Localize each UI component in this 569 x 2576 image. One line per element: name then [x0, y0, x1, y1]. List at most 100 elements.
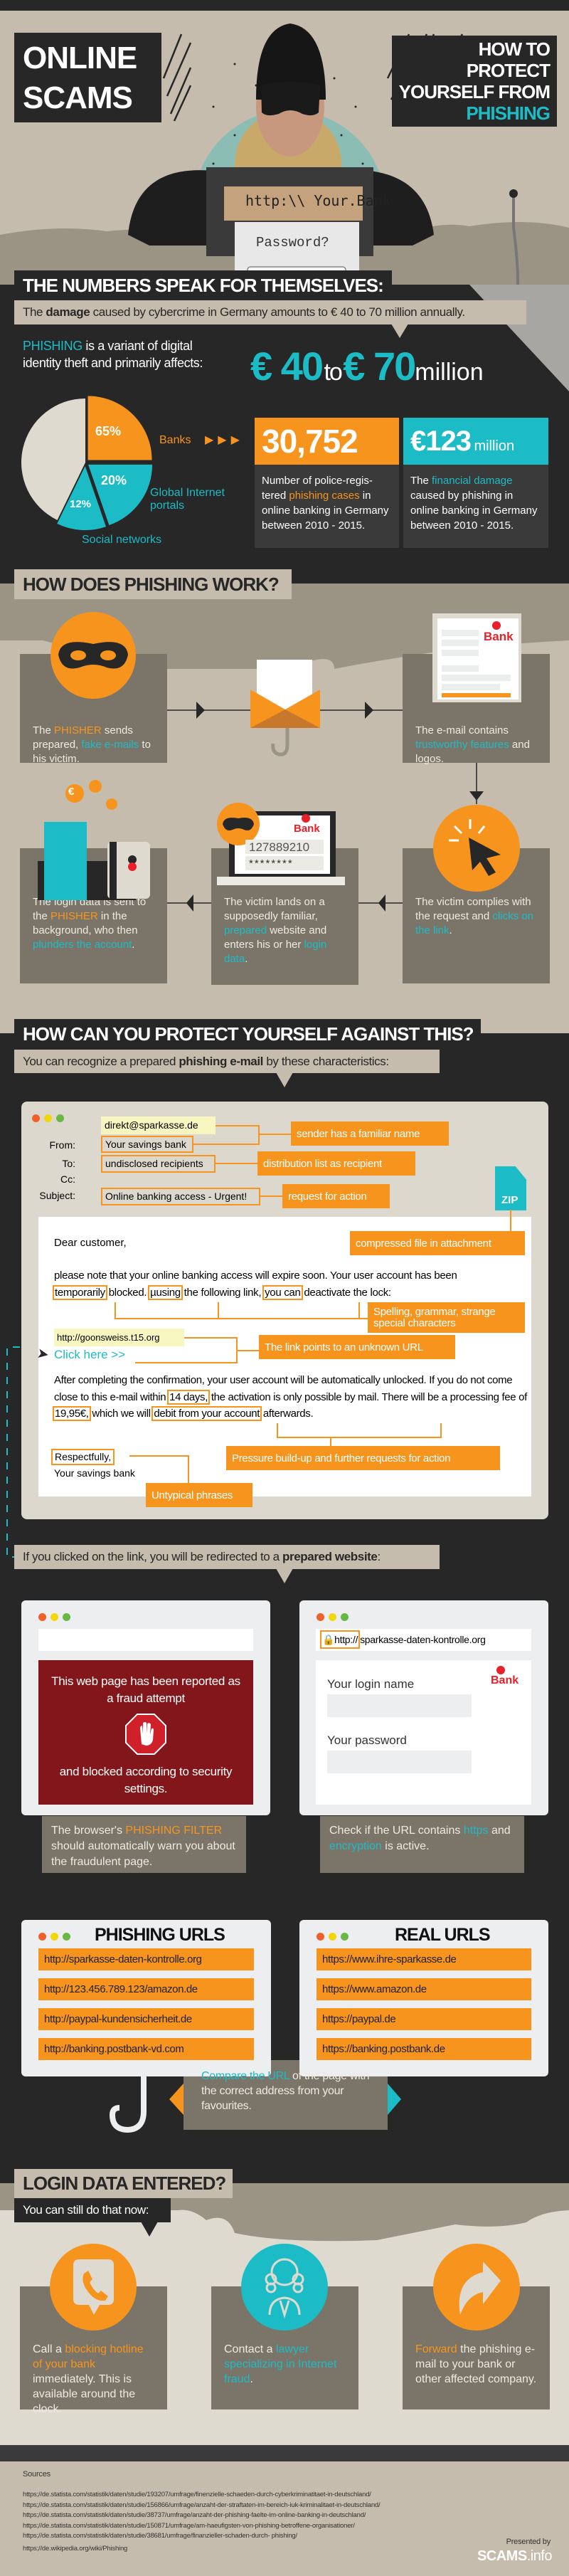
stat-cases: 30,752 Number of police-regis­tered phis… — [255, 418, 399, 548]
stop-hand-icon — [125, 1714, 166, 1755]
pie-label-portals-value: 20% — [101, 473, 127, 487]
header: http:\\ Your.Bank Password? ONLINE SCAMS… — [0, 0, 569, 285]
bank-letter-icon — [432, 613, 521, 702]
window-controls — [38, 1931, 75, 1944]
text-segment: Check if the URL contains — [329, 1825, 464, 1837]
legend-social: Social networks — [82, 534, 162, 546]
maximize-dot[interactable] — [341, 1613, 349, 1621]
text-segment: which we will — [89, 1408, 154, 1420]
step-text: The victim lands on a supposedly familia… — [224, 895, 346, 966]
presented-by: Presented by — [506, 2538, 551, 2546]
phishing-intro: PHISHING is a variant of digital identit… — [23, 337, 208, 371]
source-link[interactable]: https;//de.statista.com/statistik/daten/… — [23, 2511, 380, 2521]
damage-subtitle: The damage caused by cybercrime in Germa… — [14, 300, 526, 324]
callout-phrases: Untypical phrases — [146, 1483, 252, 1507]
highlight-teal: https — [463, 1825, 489, 1837]
sources-label: Sources — [23, 2470, 50, 2479]
text-segment: The browser's — [51, 1825, 126, 1837]
action-text: Call a blocking hotline of your bank imm… — [33, 2342, 154, 2417]
close-dot[interactable] — [38, 1933, 46, 1941]
stat-damage-value: €123 million — [403, 418, 548, 465]
speech-tail — [141, 2222, 158, 2237]
close-dot[interactable] — [317, 1613, 324, 1621]
text-segment: : — [377, 1550, 381, 1563]
envelope-icon — [250, 660, 320, 756]
password-label: Your password — [327, 1733, 407, 1747]
text-segment: afterwards. — [260, 1408, 314, 1420]
step-text: The victim complies with the request and… — [415, 895, 537, 938]
maximize-dot[interactable] — [341, 1933, 349, 1941]
stat-damage-desc: The financial damage caused by phishing … — [403, 465, 548, 548]
real-url-item: https://www.ihre-sparkasse.de — [317, 1948, 531, 1970]
email-paragraph-1: please note that your online banking acc… — [53, 1267, 509, 1302]
source-link[interactable]: https;//de.statista.com/statistik/daten/… — [23, 2490, 380, 2501]
minimize-dot[interactable] — [329, 1613, 336, 1621]
minimize-dot[interactable] — [50, 1933, 58, 1941]
source-link[interactable]: https;//de.statista.com/statistik/daten/… — [23, 2501, 381, 2511]
subtitle-box: HOW TO PROTECT YOURSELF FROM PHISHING — [391, 36, 557, 127]
highlight-orange: phishing cases — [289, 490, 360, 502]
tip-https: Check if the URL contains https and encr… — [320, 1816, 524, 1873]
password-input[interactable] — [327, 1751, 472, 1773]
footer-bar — [0, 2445, 569, 2461]
subtitle-accent: PHISHING — [466, 102, 551, 124]
step-text: The login data is sent to the PHISHER in… — [33, 895, 154, 952]
highlight-b: damage — [46, 305, 90, 319]
minimize-dot[interactable] — [329, 1933, 336, 1941]
brand-name: SCAMS — [477, 2548, 527, 2564]
text-segment: . — [245, 953, 248, 965]
login-heading: LOGIN DATA ENTERED? — [14, 2169, 233, 2198]
minimize-dot[interactable] — [50, 1613, 58, 1621]
damage-range: € 40 to € 70million — [250, 343, 484, 389]
callout-sender: sender has a familiar name — [291, 1121, 449, 1146]
stat-cases-desc: Number of police-regis­tered phishing ca… — [255, 465, 399, 548]
maximize-dot[interactable] — [63, 1933, 70, 1941]
highlight-teal: fake e-mails — [81, 739, 139, 751]
login-name-input[interactable] — [327, 1694, 472, 1717]
address-bar-empty[interactable] — [38, 1629, 253, 1651]
close-dot[interactable] — [38, 1613, 46, 1621]
source-link[interactable]: https;//de.statista.com/statistik/daten/… — [23, 2531, 380, 2542]
text-segment: the following link, — [181, 1287, 265, 1299]
real-url-list: https://www.ihre-sparkasse.de https://ww… — [317, 1948, 531, 2060]
range-from: € 40 — [250, 344, 324, 389]
action-text: Forward the phishing e-mail to your bank… — [415, 2342, 537, 2387]
text-segment: . — [250, 2373, 253, 2385]
fake-login-panel: Bank Your login name Your password — [316, 1660, 531, 1805]
brand-logo: SCAMS.info — [477, 2548, 553, 2565]
text-segment: is active. — [381, 1840, 430, 1852]
highlight-boxed-phrase: µusing — [148, 1285, 183, 1300]
laptop-bank-logo: Bank — [294, 823, 320, 835]
text-segment: blocked. — [105, 1287, 150, 1299]
text-segment: and — [488, 1825, 511, 1837]
highlight-teal: encryption — [329, 1840, 382, 1852]
footer: Sources https;//de.statista.com/statisti… — [0, 2461, 569, 2576]
real-url-item: https://www.amazon.de — [317, 1978, 531, 2000]
step-text: The e-mail contains trustworthy features… — [415, 724, 537, 766]
highlight-teal: financial damage — [432, 475, 513, 487]
redirect-subtitle: If you clicked on the link, you will be … — [14, 1545, 440, 1569]
highlight-boxed-phrase: you can — [262, 1285, 303, 1300]
highlight-b: phishing e-mail — [179, 1055, 264, 1068]
source-link-wikipedia[interactable]: https;//de.wikipedia.org/wiki/Phishing — [23, 2545, 127, 2553]
range-to-value: € 70 — [343, 344, 416, 389]
forward-icon — [433, 2244, 520, 2330]
fraud-warning-panel: This web page has been reported as a fra… — [38, 1660, 253, 1805]
highlight-boxed-phrase: debit from your account — [151, 1406, 262, 1421]
text-segment: caused by cybercrime in Germany amounts … — [90, 305, 466, 319]
hook-icon — [109, 2076, 147, 2133]
password-mask: ******** — [249, 857, 294, 870]
click-here-link[interactable]: Click here >> — [54, 1348, 125, 1362]
text-segment: The — [33, 724, 55, 737]
source-link[interactable]: https;//de.statista.com/statistik/daten/… — [23, 2521, 380, 2532]
highlight-boxed-phrase: 19,95€, — [53, 1406, 91, 1421]
maximize-dot[interactable] — [63, 1613, 70, 1621]
text-segment: . — [132, 939, 135, 951]
close-dot[interactable] — [317, 1933, 324, 1941]
subtitle-line: PROTECT — [466, 60, 551, 81]
window-controls — [38, 1612, 75, 1625]
window-controls — [317, 1612, 353, 1625]
stat-damage: €123 million The financial damage caused… — [403, 418, 548, 548]
callout-spelling: Spelling, grammar, strange special chara… — [368, 1302, 525, 1333]
address-bar[interactable]: 🔒http://sparkasse-daten-kontrolle.org — [316, 1629, 531, 1651]
